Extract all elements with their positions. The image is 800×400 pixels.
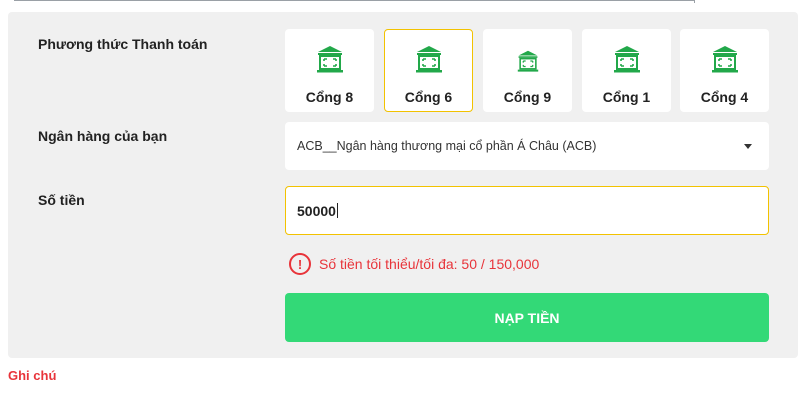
chevron-down-icon — [744, 144, 752, 149]
amount-error: ! Số tiền tối thiểu/tối đa: 50 / 150,000 — [289, 252, 539, 276]
amount-error-message: Số tiền tối thiểu/tối đa: 50 / 150,000 — [319, 256, 540, 272]
bank-icon — [517, 50, 538, 72]
bank-icon — [711, 46, 738, 73]
note-heading: Ghi chú — [8, 368, 57, 383]
payment-method-cong-8[interactable]: Cổng 8 — [285, 29, 374, 112]
payment-method-label: Phương thức Thanh toán — [38, 36, 208, 52]
amount-input-value: 50000 — [297, 203, 336, 219]
text-cursor — [336, 203, 338, 218]
payment-method-label: Cổng 6 — [404, 89, 453, 105]
amount-input[interactable]: 50000 — [285, 186, 769, 235]
bank-label: Ngân hàng của bạn — [38, 128, 168, 144]
bank-icon — [415, 46, 442, 73]
bank-icon — [316, 46, 343, 73]
payment-method-cong-4[interactable]: Cổng 4 — [680, 29, 769, 112]
top-divider — [0, 0, 800, 4]
bank-icon — [613, 46, 640, 73]
bank-select-value: ACB__Ngân hàng thương mại cổ phần Á Châu… — [297, 139, 597, 153]
bank-select[interactable]: ACB__Ngân hàng thương mại cổ phần Á Châu… — [285, 122, 769, 170]
deposit-button[interactable]: NẠP TIỀN — [285, 293, 769, 342]
payment-method-cong-9[interactable]: Cổng 9 — [483, 29, 572, 112]
payment-method-label: Cổng 1 — [602, 89, 651, 105]
amount-label: Số tiền — [38, 192, 85, 208]
payment-method-label: Cổng 4 — [700, 89, 749, 105]
payment-method-cong-6[interactable]: Cổng 6 — [384, 29, 473, 112]
payment-method-label: Cổng 9 — [503, 89, 552, 105]
payment-method-label: Cổng 8 — [305, 89, 354, 105]
payment-method-cong-1[interactable]: Cổng 1 — [582, 29, 671, 112]
alert-circle-icon: ! — [289, 253, 311, 275]
